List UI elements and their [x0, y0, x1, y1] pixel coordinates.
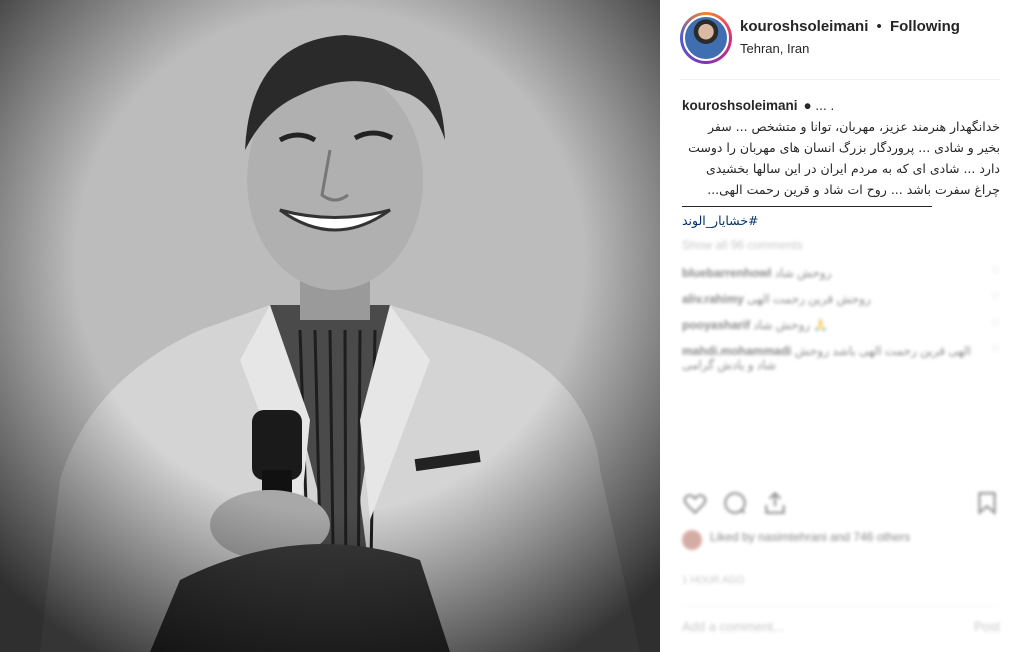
- post-comment-button[interactable]: Post: [974, 619, 1000, 634]
- post-timestamp: 1 HOUR AGO: [682, 575, 745, 586]
- caption-divider: [682, 206, 932, 207]
- comment-text: روحش قرین رحمت الهی: [747, 292, 871, 306]
- caption-line: بخیر و شادی ... پروردگار بزرگ انسان های …: [688, 140, 1000, 155]
- comments-list: Show all 96 comments bluebarrenhowl روحش…: [682, 238, 1000, 384]
- caption-line: چراغ سفرت باشد ... روح ات شاد و قرین رحم…: [707, 182, 1000, 197]
- following-button[interactable]: Following: [890, 18, 960, 35]
- post-photo[interactable]: [0, 0, 660, 652]
- comment-icon[interactable]: [722, 490, 748, 516]
- caption-first-line: kouroshsoleimani ● ... .: [682, 96, 1000, 116]
- comment-input[interactable]: Add a comment...: [682, 619, 784, 634]
- post-header: kouroshsoleimani • Following Tehran, Ira…: [680, 12, 1000, 80]
- header-line: kouroshsoleimani • Following: [740, 18, 960, 35]
- separator-dot: •: [876, 18, 882, 35]
- caption-lead: ● ... .: [803, 98, 835, 113]
- comment-username[interactable]: aliv.rahimy: [682, 292, 744, 306]
- caption-line: خدانگهدار هنرمند عزیز، مهربان، توانا و م…: [707, 119, 1000, 134]
- caption-line: دارد ... شادی ای که به مردم ایران در این…: [706, 161, 1000, 176]
- location-link[interactable]: Tehran, Iran: [740, 41, 960, 56]
- share-icon[interactable]: [762, 490, 788, 516]
- hashtag-link[interactable]: #خشایار_الوند: [682, 211, 759, 231]
- comment-username[interactable]: pooyasharif: [682, 318, 750, 332]
- post-caption: kouroshsoleimani ● ... . خدانگهدار هنرمن…: [682, 96, 1000, 231]
- liker-avatar[interactable]: [682, 530, 702, 550]
- post-sidebar: kouroshsoleimani • Following Tehran, Ira…: [660, 0, 1020, 652]
- username-link[interactable]: kouroshsoleimani: [740, 18, 868, 35]
- comment-username[interactable]: mahdi.mohammadi: [682, 344, 791, 358]
- comment-like-icon[interactable]: ♡: [991, 344, 1000, 372]
- comment-like-icon[interactable]: ♡: [991, 292, 1000, 306]
- likes-row: Liked by nasimtehrani and 746 others: [682, 530, 1000, 550]
- comment-like-icon[interactable]: ♡: [991, 266, 1000, 280]
- avatar[interactable]: [680, 12, 732, 64]
- likes-text[interactable]: Liked by nasimtehrani and 746 others: [710, 530, 910, 550]
- bookmark-icon[interactable]: [974, 490, 1000, 516]
- comment-item: aliv.rahimy روحش قرین رحمت الهی ♡: [682, 292, 1000, 306]
- comment-text: روحش شاد: [774, 266, 832, 280]
- comment-item: pooyasharif روحش شاد 🙏 ♡: [682, 318, 1000, 332]
- comment-item: bluebarrenhowl روحش شاد ♡: [682, 266, 1000, 280]
- action-bar: [682, 485, 1000, 521]
- caption-username[interactable]: kouroshsoleimani: [682, 96, 798, 116]
- avatar-image: [683, 15, 729, 61]
- post-image: [0, 0, 660, 652]
- comment-text: روحش شاد 🙏: [753, 318, 829, 332]
- heart-icon[interactable]: [682, 490, 708, 516]
- comment-item: mahdi.mohammadi الهی قرین رحمت الهی باشد…: [682, 344, 1000, 372]
- header-text: kouroshsoleimani • Following Tehran, Ira…: [740, 12, 960, 56]
- comment-username[interactable]: bluebarrenhowl: [682, 266, 771, 280]
- load-more-comments[interactable]: Show all 96 comments: [682, 238, 1000, 252]
- comment-like-icon[interactable]: ♡: [991, 318, 1000, 332]
- add-comment-bar: Add a comment... Post: [682, 606, 1000, 646]
